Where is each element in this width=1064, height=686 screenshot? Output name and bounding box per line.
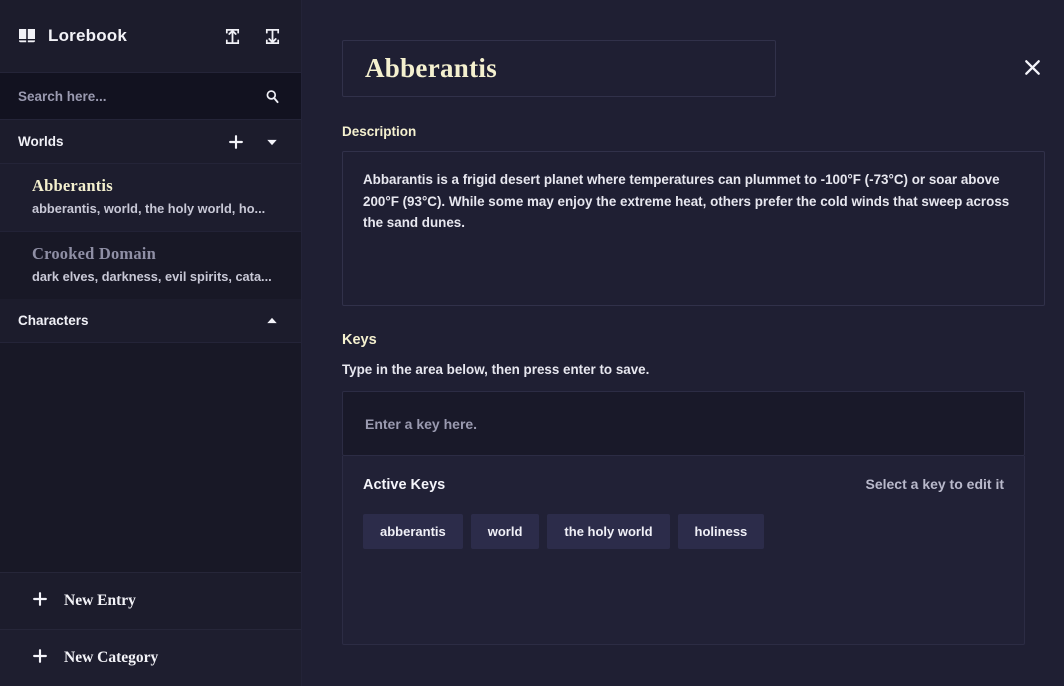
sidebar-category-characters[interactable]: Characters [0, 299, 301, 343]
sidebar-category-label: Characters [18, 313, 261, 328]
sidebar-entry-list: Abberantis abberantis, world, the holy w… [0, 164, 301, 299]
active-keys-hint: Select a key to edit it [866, 476, 1005, 492]
sidebar-entry-keys-preview: dark elves, darkness, evil spirits, cata… [32, 269, 283, 284]
new-entry-label: New Entry [64, 592, 136, 610]
description-field[interactable]: Abbarantis is a frigid desert planet whe… [342, 151, 1045, 306]
new-category-button[interactable]: New Category [0, 629, 301, 686]
sidebar-entry-abberantis[interactable]: Abberantis abberantis, world, the holy w… [0, 164, 301, 231]
lorebook-app: Lorebook [0, 0, 1064, 686]
active-keys-header: Active Keys Select a key to edit it [363, 476, 1004, 493]
sidebar-empty-space [0, 343, 301, 572]
chevron-up-icon[interactable] [261, 310, 283, 332]
description-label: Description [342, 124, 1045, 139]
plus-icon[interactable] [225, 131, 247, 153]
sidebar-entry-name: Abberantis [32, 176, 283, 196]
entry-title-field[interactable]: Abberantis [342, 40, 776, 97]
key-chip[interactable]: world [471, 514, 540, 549]
upload-icon[interactable] [221, 25, 243, 47]
key-chip[interactable]: abberantis [363, 514, 463, 549]
plus-icon [32, 591, 48, 612]
chevron-down-icon[interactable] [261, 131, 283, 153]
key-chip[interactable]: the holy world [547, 514, 669, 549]
download-icon[interactable] [261, 25, 283, 47]
new-category-label: New Category [64, 649, 158, 667]
sidebar-category-label: Worlds [18, 134, 225, 149]
sidebar-header: Lorebook [0, 0, 301, 73]
sidebar-footer: New Entry New Category [0, 572, 301, 686]
plus-icon [32, 648, 48, 669]
app-title: Lorebook [48, 26, 221, 46]
entry-editor-header: Abberantis [342, 40, 1045, 97]
description-text: Abbarantis is a frigid desert planet whe… [363, 169, 1024, 234]
sidebar: Lorebook [0, 0, 302, 686]
sidebar-category-actions [225, 131, 283, 153]
key-input-field[interactable] [342, 391, 1025, 456]
book-icon [18, 28, 36, 44]
key-input[interactable] [365, 416, 1002, 432]
active-keys-title: Active Keys [363, 477, 445, 493]
sidebar-entry-keys-preview: abberantis, world, the holy world, ho... [32, 201, 283, 216]
sidebar-entry-crooked-domain[interactable]: Crooked Domain dark elves, darkness, evi… [0, 231, 301, 299]
search-icon[interactable] [261, 85, 283, 107]
key-chip[interactable]: holiness [678, 514, 765, 549]
sidebar-header-actions [221, 25, 283, 47]
entry-title: Abberantis [365, 53, 497, 84]
search-input[interactable] [18, 89, 261, 104]
entry-editor-panel: Abberantis Description Abbarantis is a f… [302, 0, 1064, 686]
search-bar[interactable] [0, 73, 301, 120]
sidebar-category-actions [261, 310, 283, 332]
keys-label: Keys [342, 332, 1045, 348]
new-entry-button[interactable]: New Entry [0, 572, 301, 629]
close-icon[interactable] [1015, 50, 1049, 84]
active-keys-chip-list: abberantis world the holy world holiness [363, 514, 1004, 549]
active-keys-panel: Active Keys Select a key to edit it abbe… [342, 456, 1025, 645]
sidebar-category-worlds[interactable]: Worlds [0, 120, 301, 164]
keys-hint: Type in the area below, then press enter… [342, 362, 1045, 377]
sidebar-entry-name: Crooked Domain [32, 244, 283, 264]
